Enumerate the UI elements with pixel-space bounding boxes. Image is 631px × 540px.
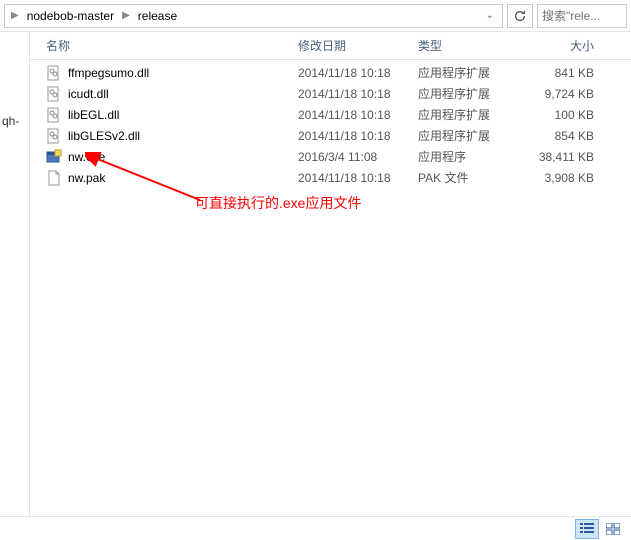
column-header-size[interactable]: 大小	[520, 33, 610, 58]
file-date: 2016/3/4 11:08	[290, 146, 410, 168]
main-area: qh- 名称 修改日期 类型 大小 ffmpegsumo.dll 2014/11/…	[0, 32, 631, 516]
file-name-cell: nw.pak	[30, 170, 290, 186]
file-row[interactable]: icudt.dll2014/11/18 10:18应用程序扩展9,724 KB	[30, 83, 631, 104]
column-headers: 名称 修改日期 类型 大小	[30, 32, 631, 60]
file-date: 2014/11/18 10:18	[290, 125, 410, 147]
file-row[interactable]: nw.exe2016/3/4 11:08应用程序38,411 KB	[30, 146, 631, 167]
file-name: nw.pak	[68, 171, 105, 185]
file-name-cell: libGLESv2.dll	[30, 128, 290, 144]
view-details-button[interactable]	[575, 519, 599, 539]
file-size: 841 KB	[520, 62, 610, 84]
statusbar	[0, 516, 631, 540]
file-size: 854 KB	[520, 125, 610, 147]
chevron-right-icon: ▶	[120, 10, 132, 21]
file-icon	[46, 128, 62, 144]
file-size: 3,908 KB	[520, 167, 610, 189]
column-header-type[interactable]: 类型	[410, 33, 520, 58]
file-explorer-content: 名称 修改日期 类型 大小 ffmpegsumo.dll 2014/11/18 1…	[30, 32, 631, 516]
file-row[interactable]: libGLESv2.dll2014/11/18 10:18应用程序扩展854 K…	[30, 125, 631, 146]
file-icon	[46, 107, 62, 123]
breadcrumb-dropdown-icon[interactable]: ⌄	[482, 10, 498, 21]
column-header-date[interactable]: 修改日期	[290, 33, 410, 58]
file-row[interactable]: nw.pak 2014/11/18 10:18PAK 文件3,908 KB	[30, 167, 631, 188]
details-view-icon	[580, 523, 594, 535]
file-size: 38,411 KB	[520, 146, 610, 168]
breadcrumb-item-1[interactable]: release	[132, 7, 183, 25]
file-name: libEGL.dll	[68, 108, 119, 122]
sidebar: qh-	[0, 32, 30, 516]
search-input[interactable]	[542, 9, 622, 23]
search-box[interactable]	[537, 4, 627, 28]
chevron-right-icon: ▶	[9, 10, 21, 21]
file-size: 9,724 KB	[520, 83, 610, 105]
refresh-icon	[513, 9, 527, 23]
file-date: 2014/11/18 10:18	[290, 62, 410, 84]
file-date: 2014/11/18 10:18	[290, 167, 410, 189]
file-name-cell: nw.exe	[30, 149, 290, 165]
refresh-button[interactable]	[507, 4, 533, 28]
view-icons-button[interactable]	[601, 519, 625, 539]
file-date: 2014/11/18 10:18	[290, 83, 410, 105]
file-name-cell: ffmpegsumo.dll	[30, 65, 290, 81]
file-name: ffmpegsumo.dll	[68, 66, 149, 80]
sidebar-item[interactable]	[2, 48, 27, 52]
file-name-cell: libEGL.dll	[30, 107, 290, 123]
file-icon	[46, 65, 62, 81]
breadcrumb-item-0[interactable]: nodebob-master	[21, 7, 120, 25]
breadcrumb[interactable]: ▶ nodebob-master ▶ release ⌄	[4, 4, 503, 28]
file-list: ffmpegsumo.dll2014/11/18 10:18应用程序扩展841 …	[30, 60, 631, 188]
sidebar-item[interactable]: qh-	[2, 112, 27, 130]
file-name-cell: icudt.dll	[30, 86, 290, 102]
file-row[interactable]: libEGL.dll2014/11/18 10:18应用程序扩展100 KB	[30, 104, 631, 125]
file-icon	[46, 170, 62, 186]
icons-view-icon	[606, 523, 620, 535]
file-name: icudt.dll	[68, 87, 109, 101]
file-name: libGLESv2.dll	[68, 129, 140, 143]
file-type: PAK 文件	[410, 165, 520, 190]
file-size: 100 KB	[520, 104, 610, 126]
column-header-name[interactable]: 名称	[30, 33, 290, 58]
file-icon	[46, 149, 62, 165]
file-name: nw.exe	[68, 150, 105, 164]
file-date: 2014/11/18 10:18	[290, 104, 410, 126]
file-row[interactable]: ffmpegsumo.dll2014/11/18 10:18应用程序扩展841 …	[30, 62, 631, 83]
toolbar: ▶ nodebob-master ▶ release ⌄	[0, 0, 631, 32]
file-icon	[46, 86, 62, 102]
